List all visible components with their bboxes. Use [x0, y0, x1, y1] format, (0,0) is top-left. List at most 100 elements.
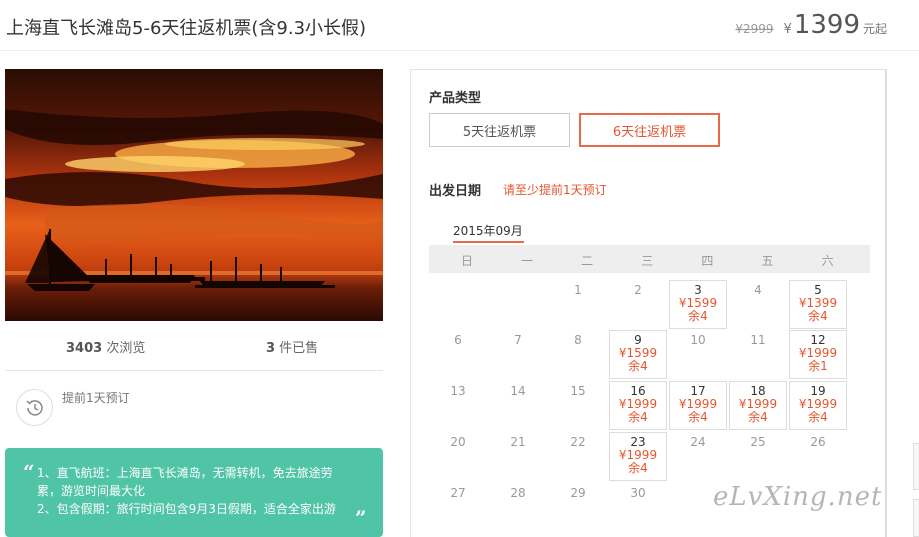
calendar-day: 25 [729, 432, 787, 481]
day-number: 20 [450, 435, 466, 449]
day-number: 25 [750, 435, 766, 449]
views-label: 次浏览 [102, 341, 146, 356]
weekday-label: 六 [821, 254, 834, 268]
calendar-day-available[interactable]: 19 ¥1999 余4 [789, 381, 847, 430]
page-title: 上海直飞长滩岛5-6天往返机票(含9.3小长假) [6, 18, 367, 39]
day-number: 10 [690, 333, 706, 347]
calendar-day-available[interactable]: 23 ¥1999 余4 [609, 432, 667, 481]
option-5-day-ticket[interactable]: 5天往返机票 [429, 113, 570, 147]
highlight-line: 1、直飞航班：上海直飞长滩岛，无需转机，免去旅途劳累，游览时间最大化 [37, 466, 333, 498]
calendar-day: 27 [429, 483, 487, 532]
product-type-label: 产品类型 [429, 91, 482, 106]
calendar-day: 20 [429, 432, 487, 481]
departure-date-label: 出发日期 [429, 184, 482, 199]
day-remaining: 余4 [808, 309, 828, 323]
day-number: 21 [510, 435, 526, 449]
day-number: 8 [574, 333, 582, 347]
open-quote-icon: “ [23, 460, 35, 484]
day-number: 13 [450, 384, 466, 398]
day-number: 1 [574, 283, 582, 297]
calendar-day: 7 [489, 330, 547, 379]
booking-panel: 产品类型 5天往返机票 6天往返机票 出发日期 请至少提前1天预订 2015年0… [410, 69, 887, 537]
side-float-tab[interactable] [913, 499, 919, 537]
option-6-day-ticket[interactable]: 6天往返机票 [579, 113, 720, 147]
calendar-day-available[interactable]: 17 ¥1999 余4 [669, 381, 727, 430]
weekday-label: 四 [701, 254, 714, 268]
calendar-day: 4 [729, 280, 787, 329]
day-remaining: 余4 [628, 410, 648, 424]
advance-booking-text: 提前1天预订 [62, 391, 130, 405]
day-remaining: 余4 [808, 410, 828, 424]
price-box: ¥2999 ¥ 1399 元起 [735, 10, 887, 40]
currency-symbol: ¥ [783, 22, 792, 37]
calendar-day: 15 [549, 381, 607, 430]
calendar-day: 21 [489, 432, 547, 481]
day-number: 22 [570, 435, 586, 449]
sold-label: 件已售 [275, 341, 319, 356]
month-tab-underline [453, 241, 524, 243]
day-remaining: 余4 [748, 410, 768, 424]
day-remaining: 余1 [808, 359, 828, 373]
calendar-day: 14 [489, 381, 547, 430]
sunset-sailboats-image [5, 69, 383, 321]
day-number: 4 [754, 283, 762, 297]
calendar-day: 8 [549, 330, 607, 379]
calendar-day: 2 [609, 280, 667, 329]
calendar-day: 30 [609, 483, 667, 532]
calendar-day-available[interactable]: 3 ¥1599 余4 [669, 280, 727, 329]
day-number: 26 [810, 435, 826, 449]
calendar-day: 13 [429, 381, 487, 430]
sold-count: 3 [266, 341, 276, 356]
original-price: ¥2999 [735, 22, 774, 36]
weekday-label: 二 [581, 254, 594, 268]
day-remaining: 余4 [688, 309, 708, 323]
site-watermark: eLvXing.net [713, 482, 883, 512]
calendar-day: 29 [549, 483, 607, 532]
price-unit: 元起 [862, 22, 887, 36]
weekday-label: 三 [641, 254, 654, 268]
day-number: 7 [514, 333, 522, 347]
weekday-label: 五 [761, 254, 774, 268]
day-remaining: 余4 [628, 359, 648, 373]
calendar-day: 28 [489, 483, 547, 532]
day-number: 6 [454, 333, 462, 347]
day-number: 15 [570, 384, 586, 398]
clock-history-icon [16, 389, 53, 426]
calendar-day-available[interactable]: 12 ¥1999 余1 [789, 330, 847, 379]
calendar-day: 11 [729, 330, 787, 379]
calendar-day: 26 [789, 432, 847, 481]
close-quote-icon: ” [355, 506, 367, 530]
calendar-day-available[interactable]: 5 ¥1399 余4 [789, 280, 847, 329]
weekday-label: 一 [521, 254, 534, 268]
calendar-day: 1 [549, 280, 607, 329]
weekday-label: 日 [460, 254, 473, 268]
product-photo[interactable] [5, 69, 383, 321]
calendar-day: 10 [669, 330, 727, 379]
calendar-day: 6 [429, 330, 487, 379]
calendar-day: 22 [549, 432, 607, 481]
calendar-day-available[interactable]: 16 ¥1999 余4 [609, 381, 667, 430]
side-float-tab[interactable] [913, 443, 919, 490]
highlights-text: 1、直飞航班：上海直飞长滩岛，无需转机，免去旅途劳累，游览时间最大化 2、包含假… [37, 464, 347, 518]
sold-stat: 3 件已售 [266, 337, 318, 356]
day-number: 2 [634, 283, 642, 297]
day-number: 11 [750, 333, 766, 347]
calendar-weekday-header: 日一二三四五六 [429, 245, 870, 273]
calendar-day-available[interactable]: 9 ¥1599 余4 [609, 330, 667, 379]
current-price: 1399 [793, 10, 860, 40]
views-count: 3403 [66, 341, 103, 356]
views-stat: 3403 次浏览 [66, 337, 145, 356]
date-hint: 请至少提前1天预订 [503, 183, 607, 197]
month-tab[interactable]: 2015年09月 [453, 222, 523, 239]
day-remaining: 余4 [688, 410, 708, 424]
calendar-day-available[interactable]: 18 ¥1999 余4 [729, 381, 787, 430]
day-number: 27 [450, 486, 466, 500]
page-header: 上海直飞长滩岛5-6天往返机票(含9.3小长假) ¥2999 ¥ 1399 元起 [0, 0, 919, 51]
product-highlights: “ 1、直飞航班：上海直飞长滩岛，无需转机，免去旅途劳累，游览时间最大化 2、包… [5, 448, 383, 537]
day-remaining: 余4 [628, 461, 648, 475]
highlight-line: 2、包含假期：旅行时间包含9月3日假期，适合全家出游 [37, 502, 336, 516]
product-stats: 3403 次浏览 3 件已售 [5, 321, 383, 371]
day-number: 24 [690, 435, 706, 449]
calendar-day: 24 [669, 432, 727, 481]
day-number: 30 [630, 486, 646, 500]
